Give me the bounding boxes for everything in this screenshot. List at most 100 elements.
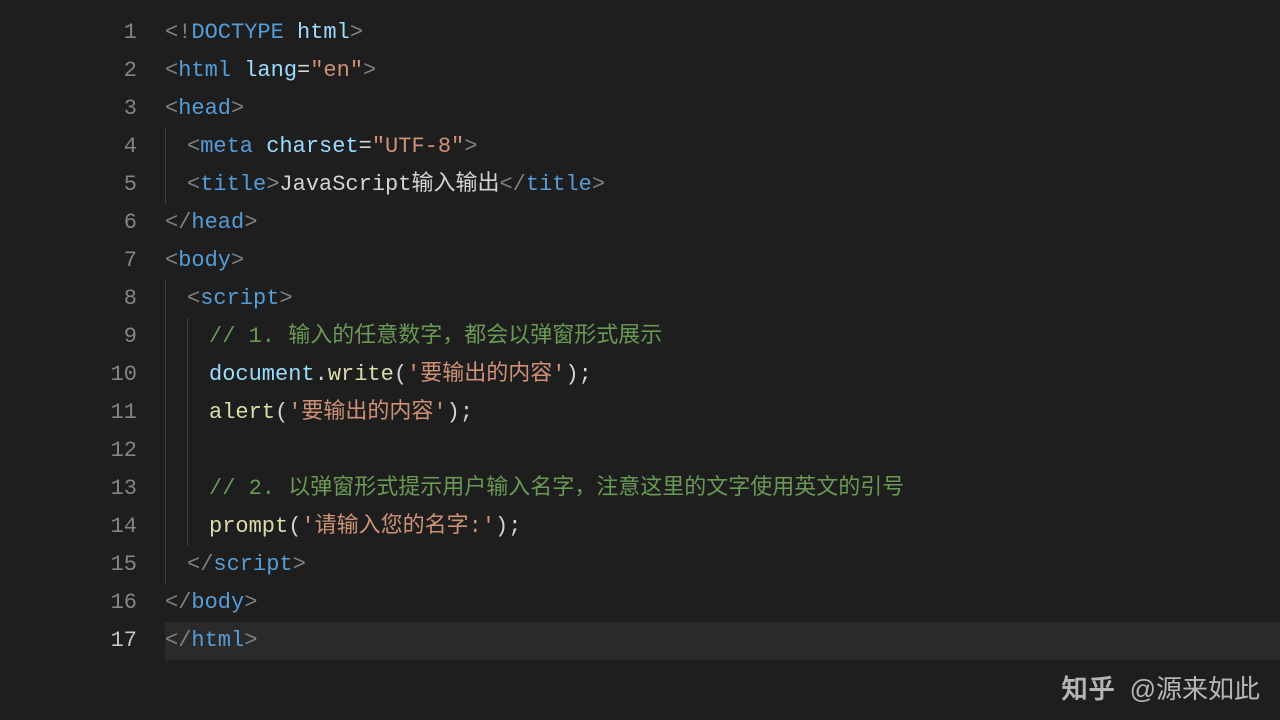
- token-tag: html: [178, 58, 231, 83]
- line-number: 7: [0, 242, 137, 280]
- code-line[interactable]: </body>: [165, 584, 1280, 622]
- token-tag: script: [200, 286, 279, 311]
- code-line[interactable]: <!DOCTYPE html>: [165, 14, 1280, 52]
- token-pun: <: [165, 248, 178, 273]
- token-tag: title: [526, 172, 592, 197]
- code-line[interactable]: // 2. 以弹窗形式提示用户输入名字，注意这里的文字使用英文的引号: [165, 470, 1280, 508]
- token-tag: meta: [200, 134, 253, 159]
- line-number: 5: [0, 166, 137, 204]
- token-pun: >: [350, 20, 363, 45]
- token-tag: title: [200, 172, 266, 197]
- token-str: "en": [310, 58, 363, 83]
- token-pun: <!: [165, 20, 191, 45]
- code-line[interactable]: prompt('请输入您的名字:');: [165, 508, 1280, 546]
- token-txt: [231, 58, 244, 83]
- token-pun: >: [279, 286, 292, 311]
- line-number: 2: [0, 52, 137, 90]
- watermark-author: @源来如此: [1130, 670, 1260, 708]
- code-area[interactable]: <!DOCTYPE html><html lang="en"><head><me…: [165, 14, 1280, 660]
- line-number: 14: [0, 508, 137, 546]
- token-pun: </: [165, 590, 191, 615]
- token-pun: >: [266, 172, 279, 197]
- token-cmt: // 2. 以弹窗形式提示用户输入名字，注意这里的文字使用英文的引号: [209, 476, 904, 501]
- line-number: 13: [0, 470, 137, 508]
- token-pun: <: [187, 134, 200, 159]
- token-txt: ;: [579, 362, 592, 387]
- code-line[interactable]: <title>JavaScript输入输出</title>: [165, 166, 1280, 204]
- token-str: '要输出的内容': [288, 400, 446, 425]
- token-paren: ): [495, 514, 508, 539]
- token-pun: </: [165, 210, 191, 235]
- line-number: 9: [0, 318, 137, 356]
- line-number: 11: [0, 394, 137, 432]
- code-line[interactable]: document.write('要输出的内容');: [165, 356, 1280, 394]
- code-line[interactable]: <meta charset="UTF-8">: [165, 128, 1280, 166]
- line-number: 10: [0, 356, 137, 394]
- line-number: 3: [0, 90, 137, 128]
- token-tag: script: [213, 552, 292, 577]
- token-pun: >: [244, 210, 257, 235]
- token-str: '请输入您的名字:': [301, 514, 495, 539]
- code-editor[interactable]: 1234567891011121314151617 <!DOCTYPE html…: [0, 0, 1280, 660]
- token-txt: ;: [508, 514, 521, 539]
- line-number: 1: [0, 14, 137, 52]
- code-line[interactable]: alert('要输出的内容');: [165, 394, 1280, 432]
- token-paren: ): [565, 362, 578, 387]
- token-attr: charset: [266, 134, 358, 159]
- token-str: "UTF-8": [372, 134, 464, 159]
- token-paren: (: [288, 514, 301, 539]
- token-txt: JavaScript输入输出: [279, 172, 499, 197]
- line-number: 6: [0, 204, 137, 242]
- line-number: 15: [0, 546, 137, 584]
- token-fn: write: [328, 362, 394, 387]
- token-tag: html: [191, 628, 244, 653]
- code-line[interactable]: </head>: [165, 204, 1280, 242]
- line-number: 12: [0, 432, 137, 470]
- token-paren: (: [394, 362, 407, 387]
- token-attr: lang: [244, 58, 297, 83]
- watermark: 知乎 @源来如此: [1062, 670, 1260, 708]
- token-pun: >: [592, 172, 605, 197]
- token-tag: body: [178, 248, 231, 273]
- token-tag: body: [191, 590, 244, 615]
- line-number: 8: [0, 280, 137, 318]
- token-pun: </: [165, 628, 191, 653]
- token-pun: </: [187, 552, 213, 577]
- token-pun: >: [363, 58, 376, 83]
- token-obj: document: [209, 362, 315, 387]
- token-pun: <: [187, 286, 200, 311]
- token-tag: head: [178, 96, 231, 121]
- token-fn: prompt: [209, 514, 288, 539]
- code-line[interactable]: [165, 432, 1280, 470]
- token-txt: .: [315, 362, 328, 387]
- code-line[interactable]: </script>: [165, 546, 1280, 584]
- code-line[interactable]: <html lang="en">: [165, 52, 1280, 90]
- token-cmt: // 1. 输入的任意数字，都会以弹窗形式展示: [209, 324, 662, 349]
- line-number: 17: [0, 622, 137, 660]
- token-pun: <: [165, 96, 178, 121]
- token-pun: >: [244, 590, 257, 615]
- code-line[interactable]: </html>: [165, 622, 1280, 660]
- token-pun: >: [244, 628, 257, 653]
- line-number: 16: [0, 584, 137, 622]
- code-line[interactable]: <head>: [165, 90, 1280, 128]
- token-pun: </: [499, 172, 525, 197]
- token-fn: alert: [209, 400, 275, 425]
- zhihu-logo: 知乎: [1062, 670, 1116, 708]
- token-attr: html: [297, 20, 350, 45]
- line-number: 4: [0, 128, 137, 166]
- token-paren: (: [275, 400, 288, 425]
- code-line[interactable]: <script>: [165, 280, 1280, 318]
- token-pun: >: [293, 552, 306, 577]
- token-paren: ): [447, 400, 460, 425]
- line-number-gutter: 1234567891011121314151617: [0, 14, 165, 660]
- token-pun: <: [165, 58, 178, 83]
- token-txt: ;: [460, 400, 473, 425]
- token-txt: [253, 134, 266, 159]
- token-pun: <: [187, 172, 200, 197]
- code-line[interactable]: <body>: [165, 242, 1280, 280]
- code-line[interactable]: // 1. 输入的任意数字，都会以弹窗形式展示: [165, 318, 1280, 356]
- token-tag: head: [191, 210, 244, 235]
- token-txt: =: [297, 58, 310, 83]
- token-pun: >: [231, 248, 244, 273]
